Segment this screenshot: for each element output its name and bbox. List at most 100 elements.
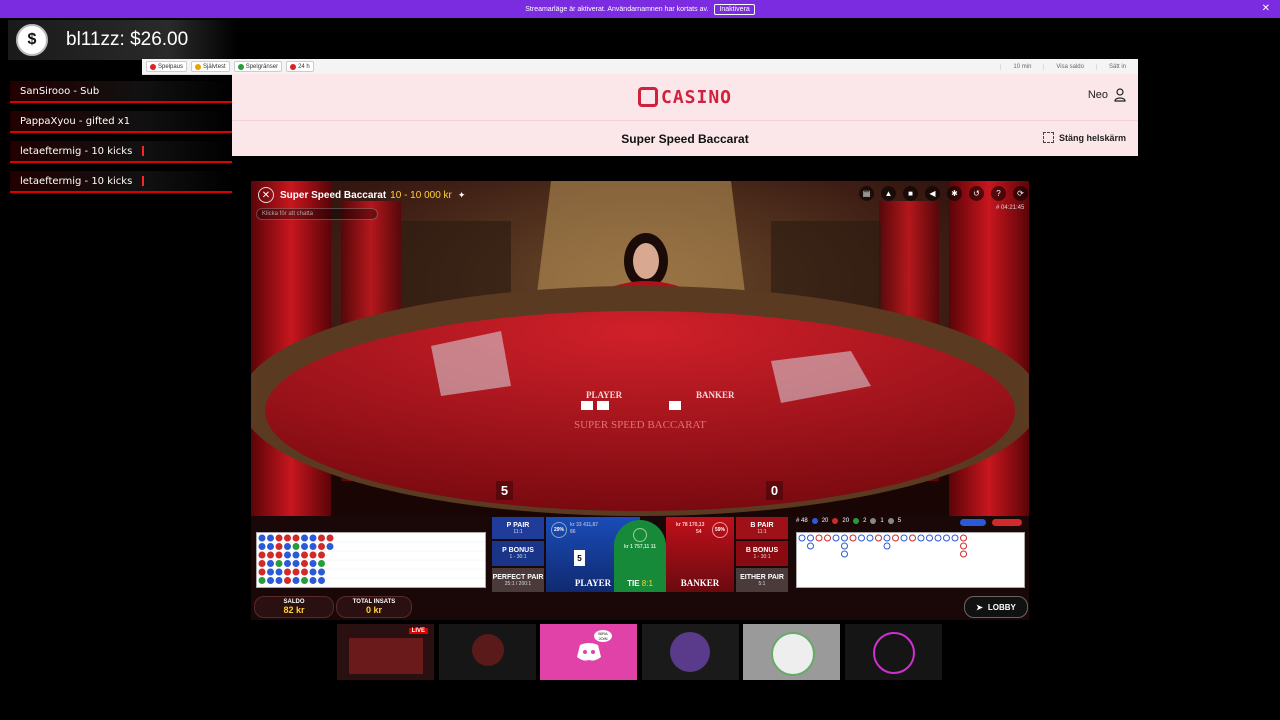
- bead: [284, 534, 291, 542]
- pause-icon: [290, 63, 297, 70]
- bead: [258, 560, 266, 567]
- neon-ring-icon: [873, 632, 915, 674]
- bead-road-grid: [257, 534, 485, 584]
- p-pair-bet[interactable]: P PAIR 11:1: [492, 517, 544, 539]
- bet-limits: 10 - 10 000 kr: [390, 189, 452, 201]
- close-game-button[interactable]: ✕: [258, 187, 274, 203]
- bet-label: B PAIR: [750, 521, 774, 529]
- big-road: [796, 532, 1025, 588]
- bead: [275, 551, 283, 559]
- banker-percent: 59%: [712, 522, 728, 538]
- chip-24h[interactable]: 24 h: [286, 61, 314, 72]
- player-wins: 20: [821, 518, 829, 524]
- bead: [258, 568, 266, 576]
- bead: [309, 534, 317, 542]
- bet-odds: 1 - 30:1: [509, 554, 527, 560]
- player-count: 86: [570, 529, 576, 535]
- thumbnail-discord[interactable]: BIRA JOIN: [540, 624, 637, 680]
- casino-header: CASINO Neo: [232, 74, 1138, 120]
- chat-icon[interactable]: ▤: [859, 186, 874, 201]
- favorite-icon[interactable]: ✦: [458, 190, 466, 201]
- banner-text: Streamarläge är aktiverat. Användarnamne…: [525, 5, 709, 13]
- chip-spelpaus[interactable]: Spelpaus: [146, 61, 188, 72]
- either-pair-bet[interactable]: EITHER PAIR 5:1: [736, 568, 788, 592]
- bead: [267, 534, 274, 542]
- tie-stats: kr 1 757,11 11: [624, 544, 656, 550]
- bet-odds: 11:1: [757, 528, 767, 535]
- fullscreen-icon: [1042, 132, 1054, 143]
- session-timer: 10 min: [1000, 63, 1043, 70]
- pause-icon: [150, 63, 156, 70]
- game-overlay-header: ✕ Super Speed Baccarat 10 - 10 000 kr ✦: [258, 187, 465, 203]
- road-mark: [841, 534, 848, 542]
- lobby-label: LOBBY: [987, 602, 1016, 612]
- b-bonus-bet[interactable]: B BONUS 1 - 30:1: [736, 541, 788, 566]
- bead: [267, 560, 274, 567]
- alert-text: SanSirooo - Sub: [20, 85, 100, 97]
- warning-icon[interactable]: ▲: [881, 186, 896, 201]
- bead: [275, 568, 283, 576]
- thumbnail-avatar[interactable]: [439, 624, 536, 680]
- road-mark: [960, 534, 967, 542]
- username: Neo: [1087, 89, 1108, 101]
- road-mark: [824, 534, 831, 542]
- casino-logo[interactable]: CASINO: [637, 87, 732, 108]
- help-icon[interactable]: ?: [991, 186, 1006, 201]
- show-balance-button[interactable]: Visa saldo: [1043, 63, 1096, 70]
- close-icon[interactable]: ✕: [1262, 3, 1270, 14]
- table-banker-text: BANKER: [696, 390, 735, 400]
- bead: [318, 551, 325, 559]
- user-menu[interactable]: Neo: [1088, 88, 1126, 102]
- table-player-text: PLAYER: [586, 390, 623, 400]
- tie-bet[interactable]: kr 1 757,11 11 TIE 8:1: [614, 520, 666, 592]
- bead: [309, 568, 317, 576]
- thumbnail-stream[interactable]: LIVE: [337, 624, 434, 680]
- bet-label: PERFECT PAIR: [492, 573, 544, 581]
- sound-icon[interactable]: ◀: [925, 186, 940, 201]
- player-percent: 29%: [551, 522, 567, 538]
- lobby-button[interactable]: ➤ LOBBY: [964, 596, 1028, 618]
- deactivate-button[interactable]: Inaktivera: [714, 3, 755, 15]
- banker-pairs: 5: [897, 518, 902, 524]
- settings-gear-icon[interactable]: ✱: [947, 186, 962, 201]
- perfect-pair-bet[interactable]: PERFECT PAIR 25:1 / 200:1: [492, 568, 544, 592]
- bead: [301, 543, 308, 550]
- thumbnail-wolf[interactable]: [743, 624, 840, 680]
- deposit-button[interactable]: Sätt in: [1095, 63, 1138, 70]
- refresh-icon[interactable]: ⟳: [1013, 186, 1028, 201]
- bet-label: P BONUS: [502, 547, 534, 554]
- road-mark: [815, 534, 823, 542]
- b-pair-bet[interactable]: B PAIR 11:1: [736, 517, 788, 539]
- pp-dot-icon: [870, 518, 877, 524]
- live-video[interactable]: PLAYER BANKER SUPER SPEED BACCARAT: [251, 181, 1029, 516]
- bet-label: EITHER PAIR: [740, 573, 784, 581]
- exit-fullscreen-button[interactable]: Stäng helskärm: [1042, 132, 1126, 143]
- user-icon: [1114, 88, 1126, 102]
- limits-icon: [237, 63, 244, 70]
- bead: [292, 534, 300, 542]
- player-prediction-button[interactable]: [960, 519, 986, 526]
- road-mark: [858, 534, 865, 542]
- alert-text: PappaXyou - gifted x1: [20, 115, 131, 127]
- banker-bet[interactable]: kr 78 170,13 54 59% BANKER: [666, 517, 734, 592]
- game-title-bar: Super Speed Baccarat Stäng helskärm: [232, 120, 1138, 156]
- thumbnail-neon[interactable]: [845, 624, 942, 680]
- chip-spelgranser[interactable]: Spelgränser: [233, 61, 283, 72]
- banker-label: BANKER: [680, 578, 720, 588]
- chat-input[interactable]: Klicka för att chatta: [256, 208, 378, 220]
- history-icon[interactable]: ↺: [969, 186, 984, 201]
- tie-dot-icon: [853, 518, 860, 524]
- road-mark: [934, 534, 942, 542]
- bead: [284, 568, 291, 576]
- banker-prediction-button[interactable]: [992, 519, 1022, 526]
- road-mark: [951, 534, 959, 542]
- test-icon: [195, 63, 202, 70]
- p-bonus-bet[interactable]: P BONUS 1 - 30:1: [492, 541, 544, 566]
- wolf-icon: [771, 632, 815, 676]
- road-mark: [960, 550, 967, 558]
- video-icon[interactable]: ■: [903, 186, 918, 201]
- chip-sjalvtest[interactable]: Självtest: [191, 61, 230, 72]
- thumbnail-eagle[interactable]: [642, 624, 739, 680]
- tie-wins: 2: [863, 518, 867, 524]
- game-toolbar: ▤ ▲ ■ ◀ ✱ ↺ ? ⟳: [852, 186, 1028, 201]
